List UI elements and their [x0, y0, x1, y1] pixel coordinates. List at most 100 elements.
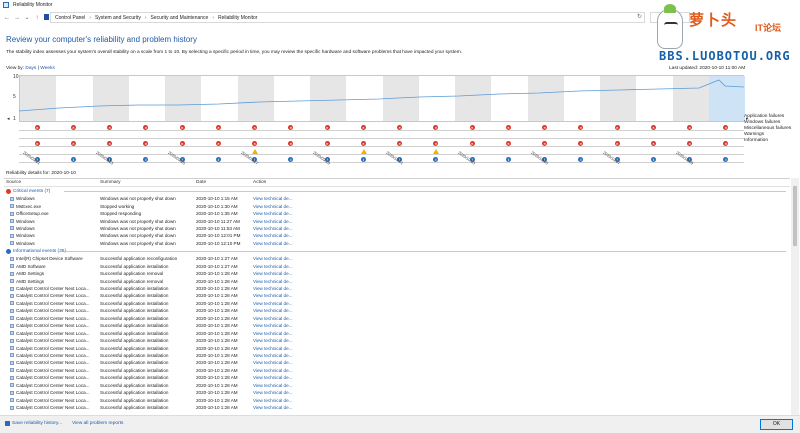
table-row[interactable]: Intel(R) Chipset Device Software Successf… — [4, 255, 790, 262]
application-failure-error-icon[interactable]: × — [288, 124, 294, 130]
table-row[interactable]: Windows Windows was not properly shut dow… — [4, 232, 790, 239]
view-technical-details-link[interactable]: View technical de... — [250, 211, 330, 216]
view-technical-details-link[interactable]: View technical de... — [250, 219, 330, 224]
miscellaneous-failure-error-icon[interactable]: × — [542, 140, 548, 146]
application-failure-error-icon[interactable]: × — [469, 124, 475, 130]
table-row[interactable]: Catalyst Control Center Next Loca... Succ… — [4, 367, 790, 374]
application-failure-error-icon[interactable]: × — [505, 124, 511, 130]
table-row[interactable]: Catalyst Control Center Next Loca... Succ… — [4, 329, 790, 336]
miscellaneous-failure-error-icon[interactable]: × — [397, 140, 403, 146]
view-all-reports-link[interactable]: View all problem reports — [72, 421, 123, 426]
application-failure-error-icon[interactable]: × — [252, 124, 258, 130]
table-row[interactable]: Catalyst Control Center Next Loca... Succ… — [4, 404, 790, 411]
application-failure-error-icon[interactable]: × — [215, 124, 221, 130]
breadcrumb-item[interactable]: Security and Maintenance — [151, 15, 209, 21]
table-row[interactable]: Catalyst Control Center Next Loca... Succ… — [4, 300, 790, 307]
breadcrumb-item[interactable]: Control Panel — [55, 15, 85, 21]
back-arrow-icon[interactable]: ← — [2, 15, 12, 21]
miscellaneous-failure-error-icon[interactable]: × — [34, 140, 40, 146]
informational-events-group[interactable]: Informational events (35) — [4, 247, 790, 255]
miscellaneous-failure-error-icon[interactable]: × — [360, 140, 366, 146]
table-row[interactable]: Windows Windows was not properly shut dow… — [4, 225, 790, 232]
miscellaneous-failure-error-icon[interactable]: × — [469, 140, 475, 146]
application-failure-error-icon[interactable]: × — [143, 124, 149, 130]
scroll-left-icon[interactable]: ◂ — [7, 116, 10, 122]
table-row[interactable]: Catalyst Control Center Next Loca... Succ… — [4, 382, 790, 389]
breadcrumb-item[interactable]: System and Security — [95, 15, 141, 21]
stability-chart[interactable]: 10 5 1 ◂ ▸ × × i × × i × × i × × i × × i × × i × × i × × i × × i × ×… — [5, 72, 800, 172]
breadcrumb[interactable]: Control Panel › System and Security › Secu… — [50, 12, 645, 23]
view-technical-details-link[interactable]: View technical de... — [250, 264, 330, 269]
view-technical-details-link[interactable]: View technical de... — [250, 398, 330, 403]
view-technical-details-link[interactable]: View technical de... — [250, 308, 330, 313]
miscellaneous-failure-error-icon[interactable]: × — [650, 140, 656, 146]
application-failure-error-icon[interactable]: × — [650, 124, 656, 130]
critical-events-group[interactable]: Critical events (7) — [4, 187, 790, 195]
view-technical-details-link[interactable]: View technical de... — [250, 196, 330, 201]
view-technical-details-link[interactable]: View technical de... — [250, 390, 330, 395]
application-failure-error-icon[interactable]: × — [397, 124, 403, 130]
view-technical-details-link[interactable]: View technical de... — [250, 405, 330, 410]
table-row[interactable]: AMD Settings Successful application remov… — [4, 270, 790, 277]
miscellaneous-failure-error-icon[interactable]: × — [179, 140, 185, 146]
view-technical-details-link[interactable]: View technical de... — [250, 204, 330, 209]
ok-button[interactable]: OK — [760, 419, 793, 430]
miscellaneous-failure-error-icon[interactable]: × — [215, 140, 221, 146]
table-row[interactable]: Catalyst Control Center Next Loca... Succ… — [4, 359, 790, 366]
column-summary[interactable]: Summary — [97, 180, 193, 185]
view-by-days-link[interactable]: Days — [25, 66, 36, 71]
application-failure-error-icon[interactable]: × — [433, 124, 439, 130]
application-failure-error-icon[interactable]: × — [542, 124, 548, 130]
table-row[interactable]: Windows Windows was not properly shut dow… — [4, 217, 790, 224]
miscellaneous-failure-error-icon[interactable]: × — [614, 140, 620, 146]
table-row[interactable]: Catalyst Control Center Next Loca... Succ… — [4, 352, 790, 359]
table-row[interactable]: Catalyst Control Center Next Loca... Succ… — [4, 389, 790, 396]
view-technical-details-link[interactable]: View technical de... — [250, 383, 330, 388]
table-row[interactable]: Catalyst Control Center Next Loca... Succ… — [4, 315, 790, 322]
view-technical-details-link[interactable]: View technical de... — [250, 353, 330, 358]
miscellaneous-failure-error-icon[interactable]: × — [252, 140, 258, 146]
application-failure-error-icon[interactable]: × — [324, 124, 330, 130]
miscellaneous-failure-error-icon[interactable]: × — [723, 140, 729, 146]
recent-chevron-icon[interactable]: ⌄ — [22, 14, 32, 21]
table-row[interactable]: Catalyst Control Center Next Loca... Succ… — [4, 322, 790, 329]
view-technical-details-link[interactable]: View technical de... — [250, 293, 330, 298]
table-row[interactable]: Catalyst Control Center Next Loca... Succ… — [4, 292, 790, 299]
view-technical-details-link[interactable]: View technical de... — [250, 301, 330, 306]
miscellaneous-failure-error-icon[interactable]: × — [505, 140, 511, 146]
application-failure-error-icon[interactable]: × — [70, 124, 76, 130]
table-row[interactable]: AMD Settings Successful application remov… — [4, 277, 790, 284]
application-failure-error-icon[interactable]: × — [687, 124, 693, 130]
view-by-weeks-link[interactable]: Weeks — [40, 66, 55, 71]
table-row[interactable]: OfficeSetup.exe Stopped responding 2020-10… — [4, 210, 790, 217]
application-failure-error-icon[interactable]: × — [723, 124, 729, 130]
save-history-link[interactable]: Save reliability history... — [12, 421, 62, 426]
table-row[interactable]: Catalyst Control Center Next Loca... Succ… — [4, 337, 790, 344]
miscellaneous-failure-error-icon[interactable]: × — [433, 140, 439, 146]
column-source[interactable]: Source — [4, 180, 97, 185]
application-failure-error-icon[interactable]: × — [179, 124, 185, 130]
view-technical-details-link[interactable]: View technical de... — [250, 331, 330, 336]
view-technical-details-link[interactable]: View technical de... — [250, 286, 330, 291]
view-technical-details-link[interactable]: View technical de... — [250, 360, 330, 365]
table-row[interactable]: Windows Windows was not properly shut dow… — [4, 195, 790, 202]
column-action[interactable]: Action — [250, 180, 330, 185]
table-row[interactable]: Catalyst Control Center Next Loca... Succ… — [4, 307, 790, 314]
view-technical-details-link[interactable]: View technical de... — [250, 241, 330, 246]
application-failure-error-icon[interactable]: × — [360, 124, 366, 130]
up-arrow-icon[interactable]: ↑ — [32, 15, 42, 21]
miscellaneous-failure-error-icon[interactable]: × — [687, 140, 693, 146]
miscellaneous-failure-error-icon[interactable]: × — [288, 140, 294, 146]
application-failure-error-icon[interactable]: × — [614, 124, 620, 130]
view-technical-details-link[interactable]: View technical de... — [250, 338, 330, 343]
view-technical-details-link[interactable]: View technical de... — [250, 279, 330, 284]
view-technical-details-link[interactable]: View technical de... — [250, 226, 330, 231]
miscellaneous-failure-error-icon[interactable]: × — [107, 140, 113, 146]
application-failure-error-icon[interactable]: × — [34, 124, 40, 130]
view-technical-details-link[interactable]: View technical de... — [250, 271, 330, 276]
table-row[interactable]: Catalyst Control Center Next Loca... Succ… — [4, 285, 790, 292]
miscellaneous-failure-error-icon[interactable]: × — [578, 140, 584, 146]
table-row[interactable]: AMD Software Successful application insta… — [4, 263, 790, 270]
miscellaneous-failure-error-icon[interactable]: × — [70, 140, 76, 146]
view-technical-details-link[interactable]: View technical de... — [250, 346, 330, 351]
